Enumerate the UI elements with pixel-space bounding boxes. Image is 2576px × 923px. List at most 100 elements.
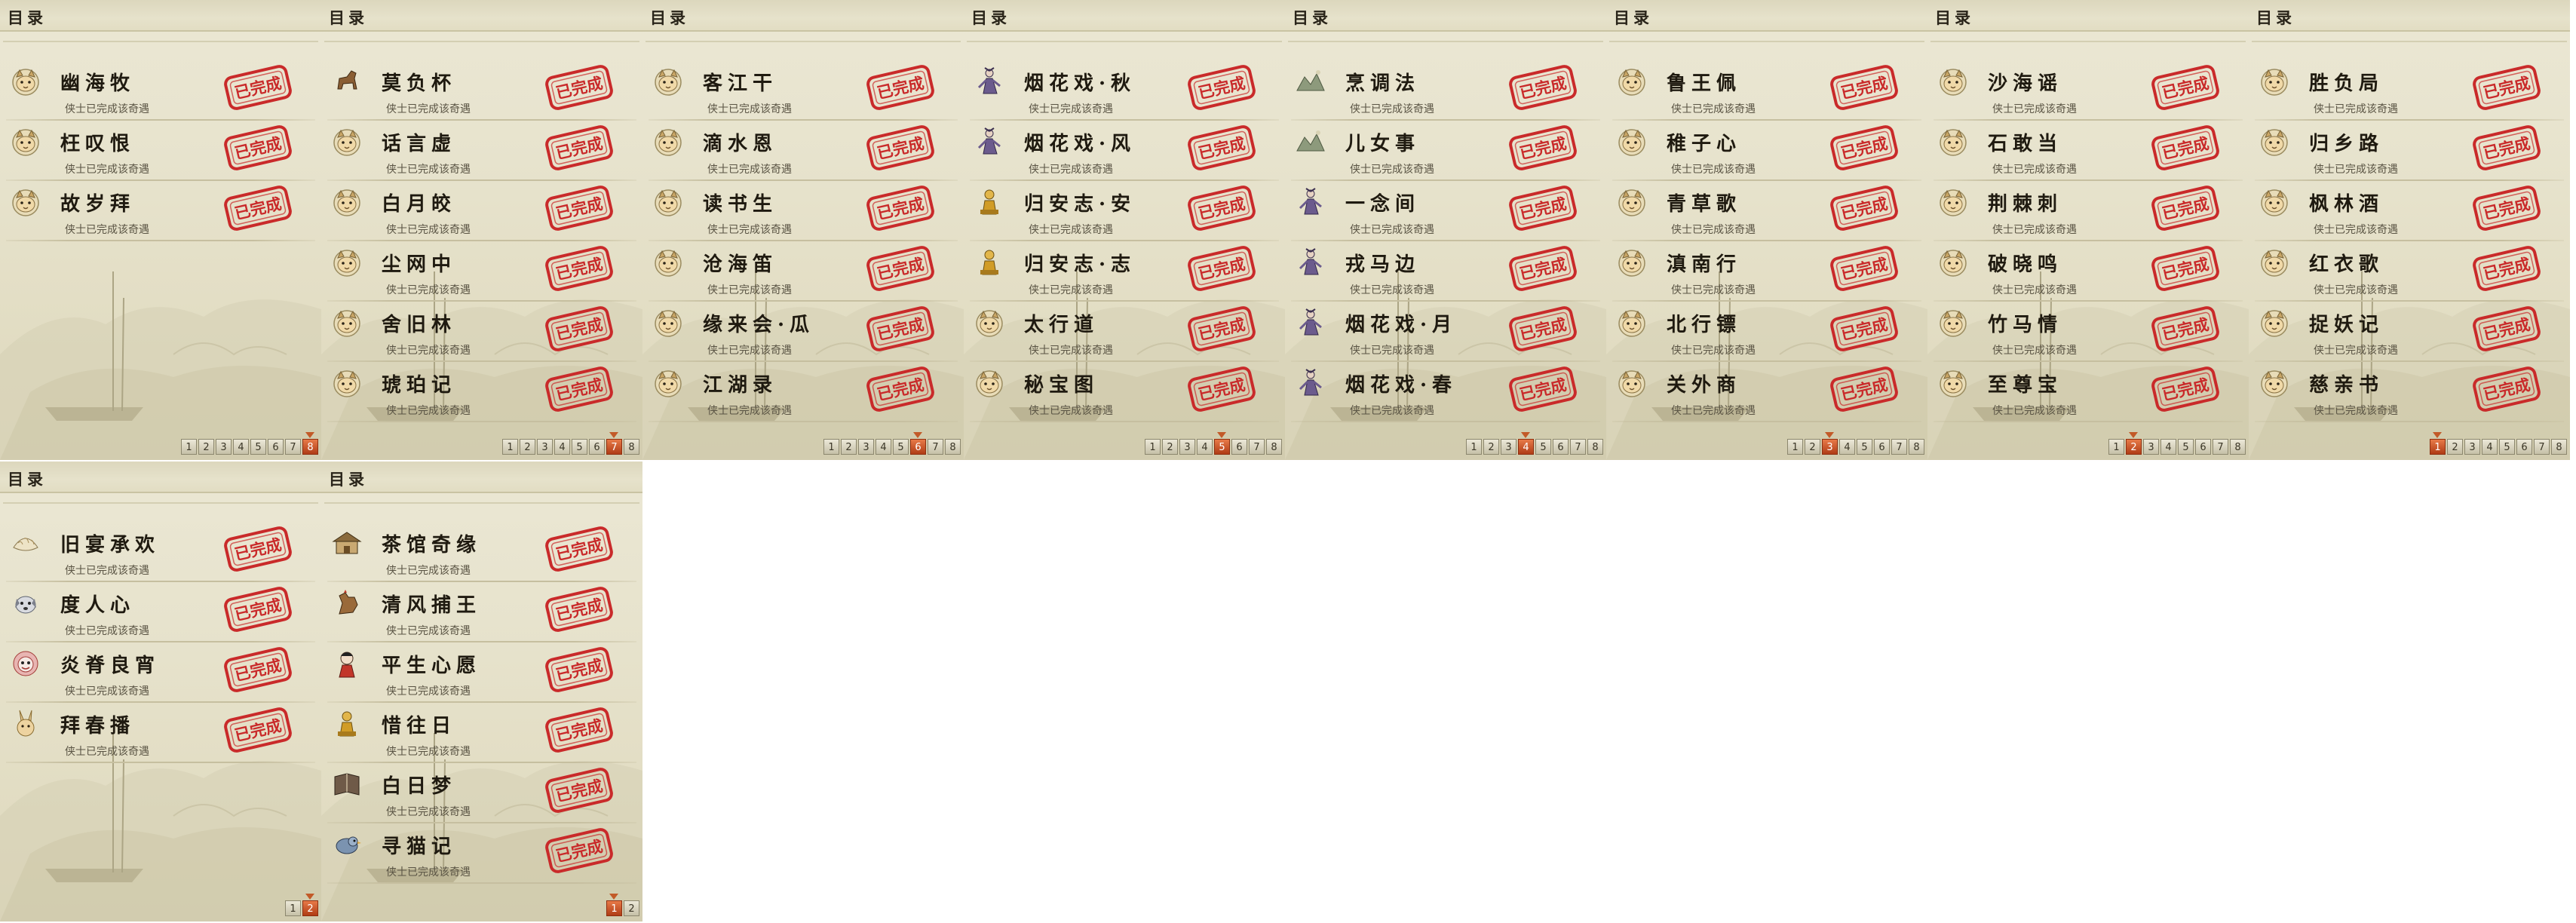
quest-row[interactable]: 拜春播 侠士已完成该奇遇 已完成: [0, 703, 321, 763]
page-button-5[interactable]: 5: [2499, 439, 2515, 455]
page-button-3[interactable]: 3: [1501, 439, 1516, 455]
page-button-2[interactable]: 2: [841, 439, 857, 455]
page-button-6[interactable]: 6: [910, 439, 926, 455]
page-button-6[interactable]: 6: [1874, 439, 1890, 455]
page-button-2[interactable]: 2: [1162, 439, 1178, 455]
quest-row[interactable]: 江湖录 侠士已完成该奇遇 已完成: [642, 362, 964, 422]
page-button-1[interactable]: 1: [2108, 439, 2124, 455]
quest-row[interactable]: 秘宝图 侠士已完成该奇遇 已完成: [964, 362, 1285, 422]
page-button-7[interactable]: 7: [606, 439, 622, 455]
quest-row[interactable]: 惜往日 侠士已完成该奇遇 已完成: [321, 703, 642, 763]
quest-row[interactable]: 寻猫记 侠士已完成该奇遇 已完成: [321, 823, 642, 884]
page-button-8[interactable]: 8: [1909, 439, 1924, 455]
page-button-8[interactable]: 8: [2551, 439, 2567, 455]
page-button-7[interactable]: 7: [2534, 439, 2550, 455]
page-button-7[interactable]: 7: [2213, 439, 2228, 455]
page-button-2[interactable]: 2: [302, 900, 318, 916]
quest-row[interactable]: 红衣歌 侠士已完成该奇遇 已完成: [2249, 241, 2570, 302]
page-button-4[interactable]: 4: [2160, 439, 2176, 455]
page-button-6[interactable]: 6: [1231, 439, 1247, 455]
page-button-1[interactable]: 1: [606, 900, 622, 916]
quest-row[interactable]: 枫林酒 侠士已完成该奇遇 已完成: [2249, 181, 2570, 241]
page-button-7[interactable]: 7: [1249, 439, 1265, 455]
page-button-3[interactable]: 3: [1822, 439, 1838, 455]
page-button-7[interactable]: 7: [1891, 439, 1907, 455]
page-button-2[interactable]: 2: [198, 439, 214, 455]
quest-row[interactable]: 尘网中 侠士已完成该奇遇 已完成: [321, 241, 642, 302]
page-button-6[interactable]: 6: [2195, 439, 2211, 455]
page-button-7[interactable]: 7: [285, 439, 301, 455]
quest-row[interactable]: 石敢当 侠士已完成该奇遇 已完成: [1927, 121, 2249, 181]
quest-row[interactable]: 慈亲书 侠士已完成该奇遇 已完成: [2249, 362, 2570, 422]
quest-row[interactable]: 至尊宝 侠士已完成该奇遇 已完成: [1927, 362, 2249, 422]
page-button-5[interactable]: 5: [572, 439, 587, 455]
quest-row[interactable]: 琥珀记 侠士已完成该奇遇 已完成: [321, 362, 642, 422]
quest-row[interactable]: 太行道 侠士已完成该奇遇 已完成: [964, 302, 1285, 362]
page-button-3[interactable]: 3: [858, 439, 874, 455]
page-button-3[interactable]: 3: [537, 439, 553, 455]
quest-row[interactable]: 幽海牧 侠士已完成该奇遇 已完成: [0, 60, 321, 121]
page-button-2[interactable]: 2: [2126, 439, 2142, 455]
quest-row[interactable]: 滇南行 侠士已完成该奇遇 已完成: [1606, 241, 1927, 302]
page-button-3[interactable]: 3: [216, 439, 232, 455]
page-button-8[interactable]: 8: [2230, 439, 2246, 455]
page-button-7[interactable]: 7: [928, 439, 943, 455]
page-button-1[interactable]: 1: [285, 900, 301, 916]
page-button-5[interactable]: 5: [2178, 439, 2194, 455]
quest-row[interactable]: 儿女事 侠士已完成该奇遇 已完成: [1285, 121, 1606, 181]
page-button-3[interactable]: 3: [2143, 439, 2159, 455]
page-button-5[interactable]: 5: [250, 439, 266, 455]
page-button-1[interactable]: 1: [1466, 439, 1482, 455]
quest-row[interactable]: 平生心愿 侠士已完成该奇遇 已完成: [321, 642, 642, 703]
quest-row[interactable]: 烟花戏·秋 侠士已完成该奇遇 已完成: [964, 60, 1285, 121]
quest-row[interactable]: 沧海笛 侠士已完成该奇遇 已完成: [642, 241, 964, 302]
page-button-1[interactable]: 1: [2430, 439, 2446, 455]
page-button-1[interactable]: 1: [181, 439, 197, 455]
quest-row[interactable]: 关外商 侠士已完成该奇遇 已完成: [1606, 362, 1927, 422]
quest-row[interactable]: 度人心 侠士已完成该奇遇 已完成: [0, 582, 321, 642]
page-button-5[interactable]: 5: [1535, 439, 1551, 455]
page-button-5[interactable]: 5: [893, 439, 909, 455]
page-button-1[interactable]: 1: [1145, 439, 1161, 455]
page-button-4[interactable]: 4: [2482, 439, 2498, 455]
page-button-2[interactable]: 2: [624, 900, 639, 916]
quest-row[interactable]: 客江干 侠士已完成该奇遇 已完成: [642, 60, 964, 121]
page-button-6[interactable]: 6: [1553, 439, 1569, 455]
page-button-2[interactable]: 2: [1805, 439, 1820, 455]
page-button-2[interactable]: 2: [1483, 439, 1499, 455]
quest-row[interactable]: 鲁王佩 侠士已完成该奇遇 已完成: [1606, 60, 1927, 121]
page-button-8[interactable]: 8: [624, 439, 639, 455]
quest-row[interactable]: 烟花戏·风 侠士已完成该奇遇 已完成: [964, 121, 1285, 181]
page-button-4[interactable]: 4: [876, 439, 891, 455]
quest-row[interactable]: 烟花戏·月 侠士已完成该奇遇 已完成: [1285, 302, 1606, 362]
quest-row[interactable]: 北行镖 侠士已完成该奇遇 已完成: [1606, 302, 1927, 362]
quest-row[interactable]: 沙海谣 侠士已完成该奇遇 已完成: [1927, 60, 2249, 121]
page-button-6[interactable]: 6: [589, 439, 605, 455]
quest-row[interactable]: 茶馆奇缘 侠士已完成该奇遇 已完成: [321, 522, 642, 582]
quest-row[interactable]: 归乡路 侠士已完成该奇遇 已完成: [2249, 121, 2570, 181]
quest-row[interactable]: 话言虚 侠士已完成该奇遇 已完成: [321, 121, 642, 181]
quest-row[interactable]: 归安志·志 侠士已完成该奇遇 已完成: [964, 241, 1285, 302]
quest-row[interactable]: 莫负杯 侠士已完成该奇遇 已完成: [321, 60, 642, 121]
page-button-8[interactable]: 8: [1266, 439, 1282, 455]
page-button-4[interactable]: 4: [1518, 439, 1534, 455]
quest-row[interactable]: 枉叹恨 侠士已完成该奇遇 已完成: [0, 121, 321, 181]
page-button-4[interactable]: 4: [233, 439, 249, 455]
page-button-4[interactable]: 4: [1839, 439, 1855, 455]
quest-row[interactable]: 荆棘刺 侠士已完成该奇遇 已完成: [1927, 181, 2249, 241]
page-button-1[interactable]: 1: [502, 439, 518, 455]
quest-row[interactable]: 舍旧林 侠士已完成该奇遇 已完成: [321, 302, 642, 362]
quest-row[interactable]: 白月皎 侠士已完成该奇遇 已完成: [321, 181, 642, 241]
quest-row[interactable]: 白日梦 侠士已完成该奇遇 已完成: [321, 763, 642, 823]
quest-row[interactable]: 竹马情 侠士已完成该奇遇 已完成: [1927, 302, 2249, 362]
quest-row[interactable]: 归安志·安 侠士已完成该奇遇 已完成: [964, 181, 1285, 241]
page-button-8[interactable]: 8: [1587, 439, 1603, 455]
quest-row[interactable]: 清风捕王 侠士已完成该奇遇 已完成: [321, 582, 642, 642]
quest-row[interactable]: 稚子心 侠士已完成该奇遇 已完成: [1606, 121, 1927, 181]
page-button-4[interactable]: 4: [554, 439, 570, 455]
quest-row[interactable]: 破晓鸣 侠士已完成该奇遇 已完成: [1927, 241, 2249, 302]
page-button-8[interactable]: 8: [302, 439, 318, 455]
page-button-8[interactable]: 8: [945, 439, 961, 455]
page-button-3[interactable]: 3: [1179, 439, 1195, 455]
quest-row[interactable]: 滴水恩 侠士已完成该奇遇 已完成: [642, 121, 964, 181]
